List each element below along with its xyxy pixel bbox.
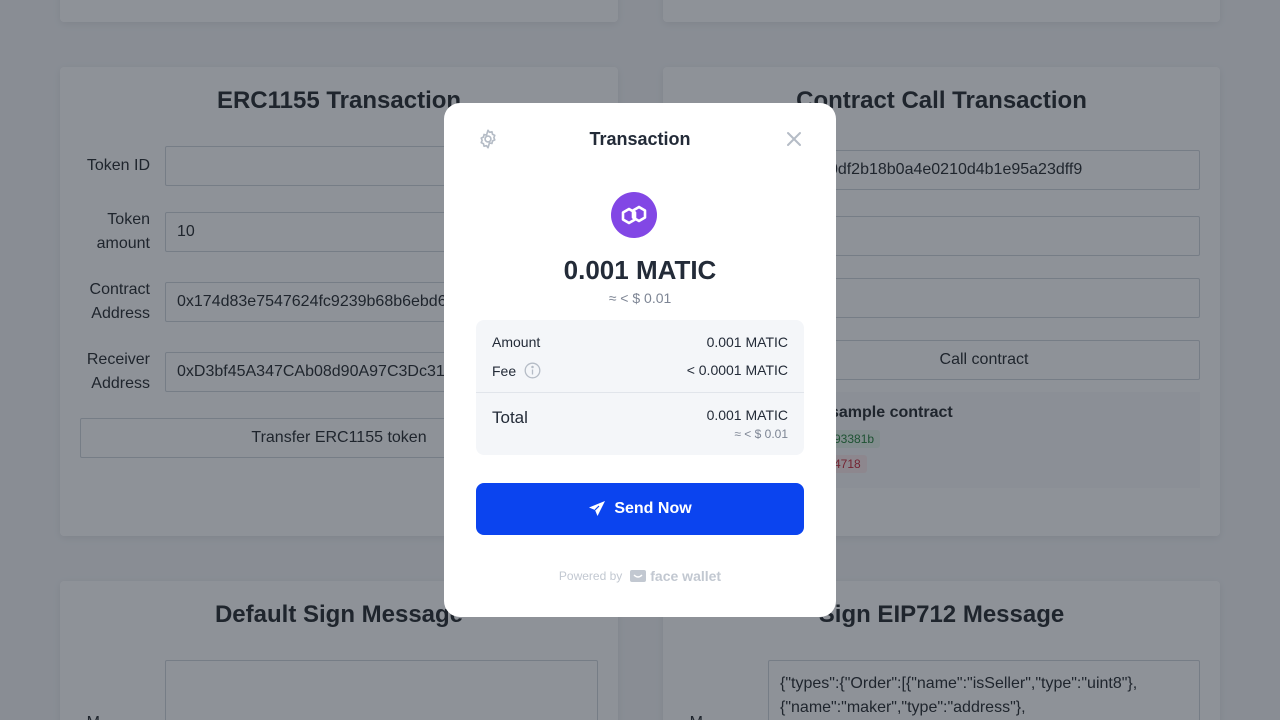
fee-label-text: Fee [492, 362, 517, 379]
total-label: Total [492, 408, 528, 427]
send-now-button[interactable]: Send Now [476, 483, 804, 535]
fee-label: Fee [492, 362, 541, 379]
amount-label: Amount [492, 334, 541, 350]
details-divider [476, 392, 804, 393]
transaction-amount: 0.001 MATIC [563, 255, 717, 285]
send-icon [589, 501, 606, 516]
transaction-details: Amount 0.001 MATIC Fee < 0.0001 MATIC To… [476, 320, 804, 455]
fee-value: < 0.0001 MATIC [686, 362, 788, 378]
send-now-label: Send Now [614, 500, 692, 517]
transaction-modal: Transaction 0.001 MATIC ≈ < $ 0.01 Amoun… [444, 103, 836, 617]
modal-title: Transaction [589, 129, 691, 149]
powered-by: Powered by face wallet [444, 568, 836, 584]
transaction-usd: ≈ < $ 0.01 [608, 290, 672, 306]
total-usd: ≈ < $ 0.01 [734, 427, 788, 441]
face-wallet-brand: face wallet [650, 568, 722, 584]
powered-by-text: Powered by [558, 569, 623, 583]
face-wallet-icon [630, 570, 647, 582]
matic-token-icon [611, 192, 657, 238]
face-wallet-logo: face wallet [630, 568, 721, 584]
info-icon[interactable] [524, 362, 541, 379]
close-icon[interactable] [785, 130, 803, 148]
total-value: 0.001 MATIC [706, 407, 788, 423]
amount-value: 0.001 MATIC [706, 334, 788, 350]
